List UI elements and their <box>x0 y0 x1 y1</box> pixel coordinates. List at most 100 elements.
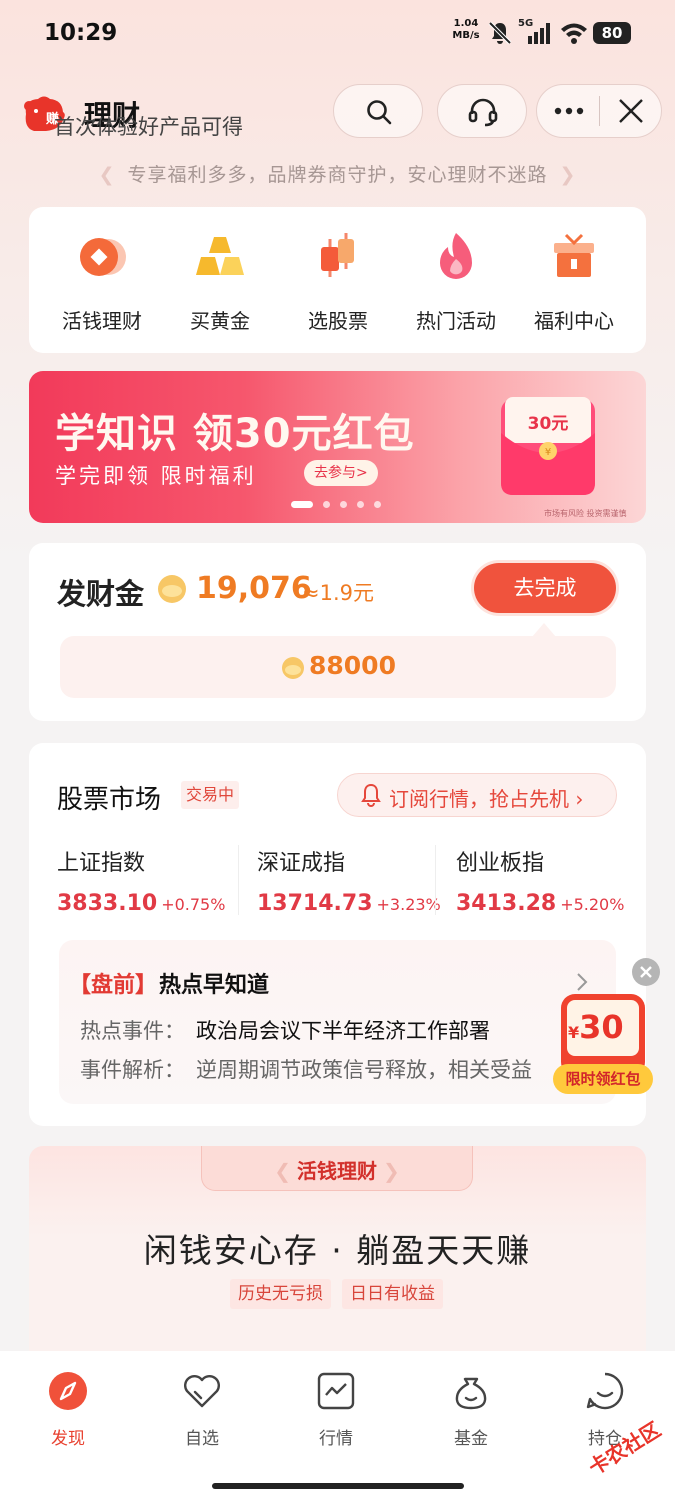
capsule-divider <box>599 96 600 126</box>
index-change: +3.23% <box>376 895 441 914</box>
nav-quotes[interactable]: 行情 <box>281 1370 391 1449</box>
quick-entry-label: 买黄金 <box>190 309 250 333</box>
search-icon <box>367 100 392 125</box>
search-button[interactable] <box>333 84 423 138</box>
net-speed-value: 1.04 <box>453 18 479 29</box>
quick-entry-savings[interactable]: 活钱理财 <box>43 229 161 334</box>
slogan-text: 专享福利多多，品牌券商守护，安心理财不迷路 <box>127 164 548 186</box>
index-change: +0.75% <box>161 895 226 914</box>
quick-entry-label: 热门活动 <box>416 309 496 333</box>
carousel-dot <box>291 501 313 508</box>
net-speed: 1.04 MB/s <box>450 18 482 42</box>
index-value: 13714.73 <box>257 891 373 916</box>
customer-service-button[interactable] <box>437 84 527 138</box>
index-name: 创业板指 <box>456 851 545 876</box>
smile-icon <box>586 1372 624 1410</box>
wifi-icon <box>561 23 587 44</box>
gold-title: 发财金 <box>57 577 145 611</box>
quick-entry-gold[interactable]: 买黄金 <box>161 229 279 334</box>
net-speed-unit: MB/s <box>452 30 480 41</box>
index-shanghai[interactable]: 上证指数 3833.10 +0.75% <box>57 845 237 916</box>
status-bar: 10:29 1.04 MB/s 5G 80 <box>0 0 675 66</box>
quick-entry-welfare[interactable]: 福利中心 <box>515 229 633 334</box>
floating-packet-label: 限时领红包 <box>565 1070 641 1088</box>
laurel-right-icon: ❯ <box>383 1159 400 1183</box>
quick-entry-activities[interactable]: 热门活动 <box>397 229 515 334</box>
candlestick-icon <box>321 233 354 277</box>
news-title: 热点早知道 <box>159 973 270 998</box>
nav-label: 自选 <box>185 1429 219 1449</box>
news-event-text: 政治局会议下半年经济工作部署 <box>196 1019 490 1043</box>
status-time: 10:29 <box>44 20 118 46</box>
headset-icon <box>468 98 498 127</box>
carousel-dot <box>357 501 364 508</box>
currency-symbol: ¥ <box>568 1023 580 1042</box>
carousel-dots <box>291 501 381 508</box>
bell-icon <box>361 783 381 807</box>
close-button[interactable] <box>612 96 650 126</box>
watermark-text: 卡农社区 <box>584 1417 665 1480</box>
more-button[interactable] <box>548 96 592 126</box>
index-value: 3833.10 <box>57 891 158 916</box>
compass-icon <box>49 1372 87 1410</box>
promo-banner[interactable]: 学知识 领30元红包 学完即领 限时福利 去参与> ¥ 30元 市场有风险 投资… <box>29 371 646 523</box>
index-shenzhen[interactable]: 深证成指 13714.73 +3.23% <box>257 845 441 916</box>
savings-headline: 闲钱安心存 · 躺盈天天赚 <box>143 1231 532 1270</box>
banner-risk-note: 市场有风险 投资需谨慎 <box>544 509 627 518</box>
index-name: 深证成指 <box>257 851 346 876</box>
subscribe-text: 订阅行情，抢占先机 › <box>389 787 584 811</box>
complete-task-button[interactable]: 去完成 <box>474 563 616 613</box>
banner-subtitle: 学完即领 限时福利 <box>55 464 257 488</box>
svg-text:¥: ¥ <box>545 447 551 458</box>
quick-entry-label: 活钱理财 <box>62 309 142 333</box>
laurel-left-icon: ❮ <box>98 164 116 186</box>
chart-icon <box>317 1372 355 1410</box>
signal-icon <box>528 23 550 44</box>
market-title: 股票市场 <box>57 785 162 815</box>
gold-approx-value: ≈1.9元 <box>302 581 374 605</box>
nav-funds[interactable]: 基金 <box>416 1370 526 1449</box>
savings-tag: 历史无亏损 <box>230 1279 331 1309</box>
nav-label: 行情 <box>319 1429 353 1449</box>
gold-coin-icon <box>158 575 186 603</box>
flame-icon <box>440 233 472 279</box>
news-analysis-text: 逆周期调节政策信号释放，相关受益 <box>196 1058 532 1082</box>
float-close-button[interactable] <box>632 958 660 986</box>
gold-tip-text: 首次体验好产品可得 <box>54 115 243 139</box>
savings-tag: 日日有收益 <box>342 1279 443 1309</box>
carousel-dot <box>340 501 347 508</box>
money-bag-icon <box>455 1377 487 1410</box>
gold-amount: 19,076 <box>196 571 312 606</box>
gold-coin-icon <box>282 657 304 679</box>
close-icon <box>640 966 652 978</box>
index-divider <box>435 845 436 915</box>
red-packet-image: ¥ 30元 <box>501 397 595 495</box>
laurel-left-icon: ❮ <box>274 1159 291 1183</box>
heart-icon <box>184 1375 220 1408</box>
index-chinext[interactable]: 创业板指 3413.28 +5.20% <box>456 845 636 916</box>
battery-indicator: 80 <box>593 22 631 44</box>
quick-entry-card: 活钱理财 买黄金 选股票 热门活动 福利中心 <box>29 207 646 353</box>
floating-packet-amount: ¥30 <box>568 1008 624 1046</box>
gift-icon <box>554 233 594 277</box>
news-event-label: 热点事件： <box>80 1019 185 1043</box>
savings-tab-text: 活钱理财 <box>297 1159 377 1183</box>
banner-title: 学知识 领30元红包 <box>55 411 415 457</box>
packet-amount: 30 <box>579 1008 624 1046</box>
gold-bars-icon <box>196 237 244 275</box>
nav-discover[interactable]: 发现 <box>13 1370 123 1449</box>
carousel-dot <box>323 501 330 508</box>
index-change: +5.20% <box>560 895 625 914</box>
index-name: 上证指数 <box>57 851 146 876</box>
close-icon <box>619 99 643 123</box>
laurel-right-icon: ❯ <box>559 164 577 186</box>
banner-cta-button[interactable]: 去参与> <box>304 460 378 486</box>
nav-watchlist[interactable]: 自选 <box>147 1370 257 1449</box>
coin-icon <box>80 238 126 276</box>
nav-label: 基金 <box>454 1429 488 1449</box>
savings-tab-label: ❮ 活钱理财 ❯ <box>201 1155 473 1184</box>
quick-entry-stocks[interactable]: 选股票 <box>279 229 397 334</box>
index-value: 3413.28 <box>456 891 557 916</box>
quick-entry-label: 福利中心 <box>534 309 614 333</box>
watermark-logo: 卡农社区 <box>584 1417 665 1480</box>
